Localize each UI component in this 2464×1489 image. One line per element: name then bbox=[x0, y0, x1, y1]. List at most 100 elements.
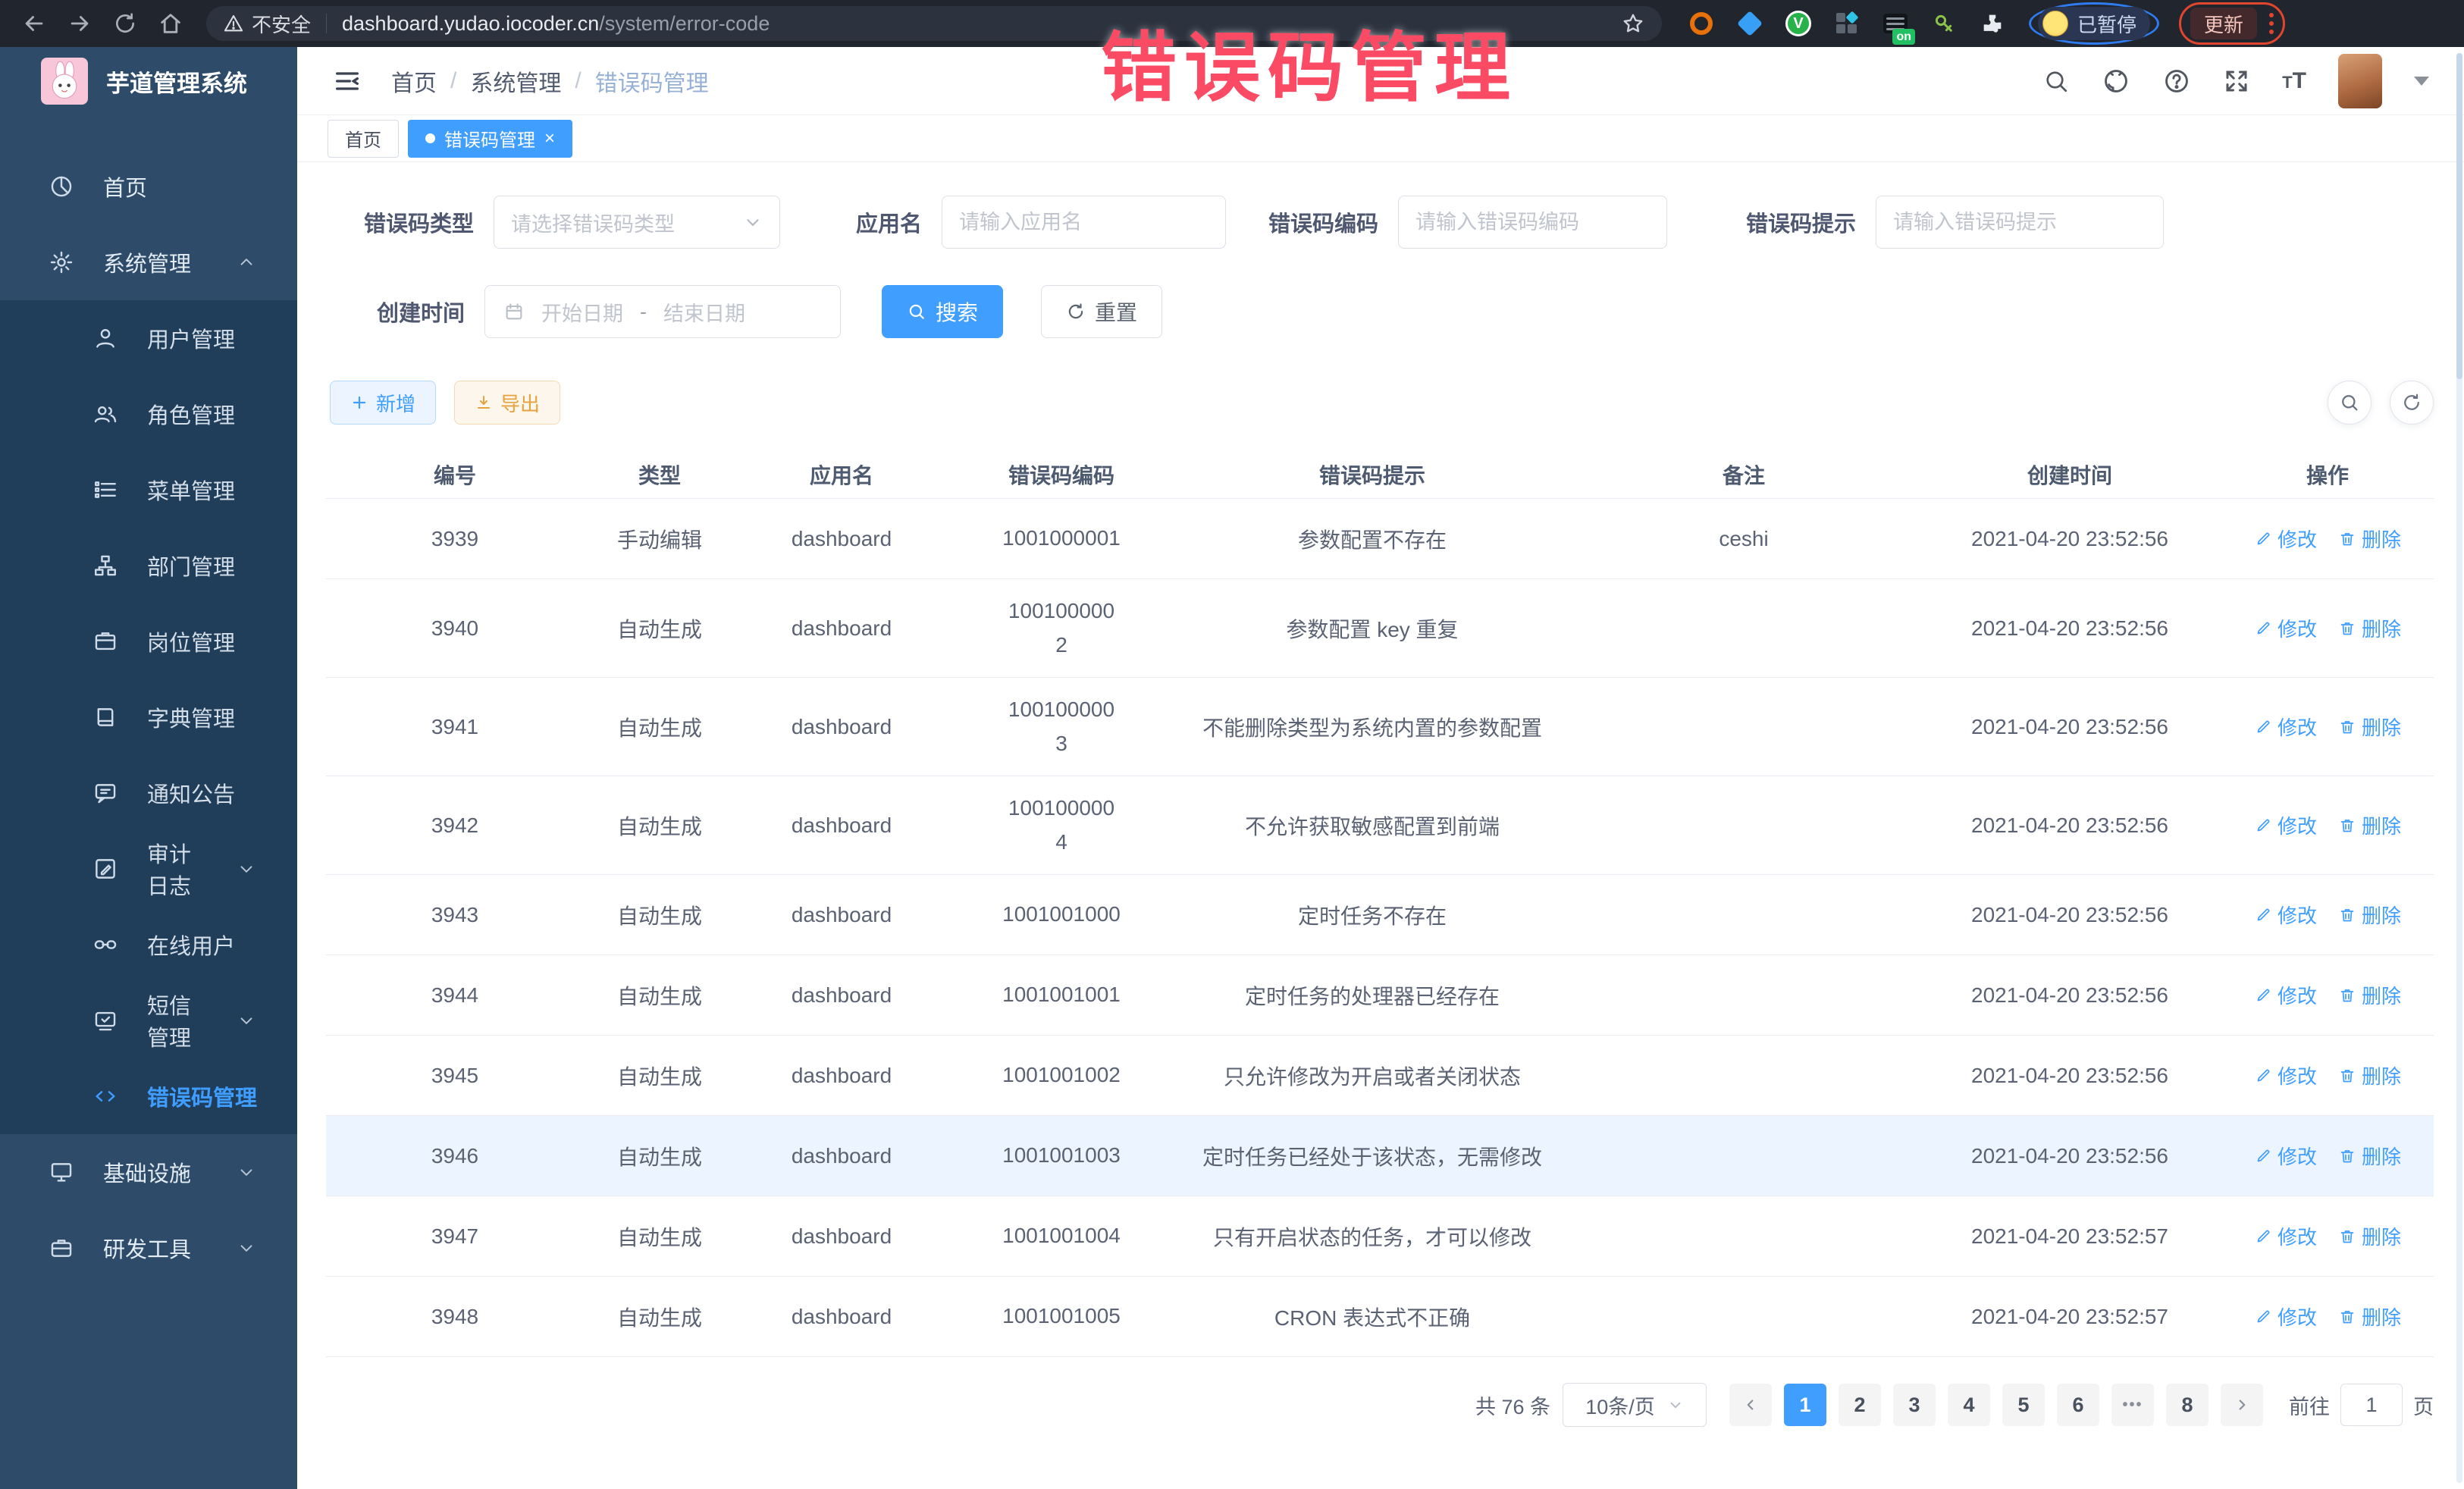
delete-link[interactable]: 删除 bbox=[2338, 1222, 2401, 1250]
extensions-puzzle-icon[interactable] bbox=[1979, 10, 2006, 37]
github-icon[interactable] bbox=[2102, 67, 2130, 96]
sidebar-item-post[interactable]: 岗位管理 bbox=[0, 603, 297, 679]
sidebar-item-users[interactable]: 角色管理 bbox=[0, 376, 297, 452]
edit-link[interactable]: 修改 bbox=[2254, 901, 2317, 929]
page-button-1[interactable]: 1 bbox=[1784, 1384, 1826, 1426]
page-size-select[interactable]: 10条/页 bbox=[1563, 1383, 1707, 1427]
delete-link[interactable]: 删除 bbox=[2338, 811, 2401, 839]
error-type-select[interactable]: 请选择错误码类型 bbox=[494, 196, 780, 249]
edit-link[interactable]: 修改 bbox=[2254, 811, 2317, 839]
page-button-6[interactable]: 6 bbox=[2057, 1384, 2099, 1426]
export-button[interactable]: 导出 bbox=[454, 381, 560, 425]
tab-error-code[interactable]: 错误码管理 × bbox=[408, 120, 572, 158]
more-pages-button[interactable]: ••• bbox=[2111, 1384, 2154, 1426]
back-icon[interactable] bbox=[17, 6, 52, 41]
next-page-button[interactable] bbox=[2221, 1384, 2263, 1426]
sidebar-item-gear[interactable]: 系统管理 bbox=[0, 224, 297, 300]
delete-link[interactable]: 删除 bbox=[2338, 1142, 2401, 1170]
edit-link[interactable]: 修改 bbox=[2254, 1061, 2317, 1089]
forward-icon[interactable] bbox=[62, 6, 97, 41]
edit-link[interactable]: 修改 bbox=[2254, 614, 2317, 642]
tab-home[interactable]: 首页 bbox=[328, 120, 399, 158]
cell-type: 自动生成 bbox=[584, 1061, 735, 1091]
sidebar-item-infra[interactable]: 基础设施 bbox=[0, 1134, 297, 1210]
url-path: /system/error-code bbox=[599, 12, 770, 35]
cell-time: 2021-04-20 23:52:57 bbox=[1918, 1305, 2221, 1329]
show-search-button[interactable] bbox=[2328, 381, 2372, 425]
address-bar[interactable]: 不安全 dashboard.yudao.iocoder.cn/system/er… bbox=[206, 6, 1662, 41]
sidebar-item-user[interactable]: 用户管理 bbox=[0, 300, 297, 376]
sidebar-collapse-icon[interactable] bbox=[332, 66, 362, 96]
ext-green-check-icon[interactable]: V bbox=[1785, 10, 1812, 37]
error-msg-input[interactable] bbox=[1876, 196, 2164, 249]
page-button-3[interactable]: 3 bbox=[1893, 1384, 1936, 1426]
create-time-range-picker[interactable]: 开始日期 - 结束日期 bbox=[484, 285, 841, 338]
sidebar-item-menu[interactable]: 菜单管理 bbox=[0, 452, 297, 528]
help-icon[interactable] bbox=[2162, 67, 2191, 96]
refresh-table-button[interactable] bbox=[2390, 381, 2434, 425]
delete-link[interactable]: 删除 bbox=[2338, 981, 2401, 1009]
cell-note: ceshi bbox=[1569, 527, 1918, 551]
search-icon[interactable] bbox=[2042, 67, 2070, 95]
bookmark-star-icon[interactable] bbox=[1621, 11, 1645, 36]
caret-down-icon[interactable] bbox=[2414, 77, 2429, 86]
edit-link[interactable]: 修改 bbox=[2254, 1142, 2317, 1170]
reset-button[interactable]: 重置 bbox=[1041, 285, 1162, 338]
tab-close-icon[interactable]: × bbox=[544, 130, 555, 148]
cell-time: 2021-04-20 23:52:56 bbox=[1918, 1064, 2221, 1088]
sidebar-item-tools[interactable]: 研发工具 bbox=[0, 1210, 297, 1286]
edit-link[interactable]: 修改 bbox=[2254, 713, 2317, 741]
ext-orange-icon[interactable] bbox=[1688, 10, 1715, 37]
page-button-5[interactable]: 5 bbox=[2002, 1384, 2045, 1426]
sidebar-item-code[interactable]: 错误码管理 bbox=[0, 1058, 297, 1134]
delete-link[interactable]: 删除 bbox=[2338, 1302, 2401, 1331]
delete-link[interactable]: 删除 bbox=[2338, 614, 2401, 642]
breadcrumb-home[interactable]: 首页 bbox=[391, 64, 437, 98]
reload-icon[interactable] bbox=[108, 6, 143, 41]
delete-link[interactable]: 删除 bbox=[2338, 1061, 2401, 1089]
browser-update-button[interactable]: 更新 bbox=[2190, 8, 2257, 39]
add-button[interactable]: 新增 bbox=[330, 381, 436, 425]
goto-page-input[interactable] bbox=[2340, 1384, 2403, 1426]
page-scrollbar[interactable] bbox=[2456, 53, 2462, 1483]
sidebar-item-dept[interactable]: 部门管理 bbox=[0, 528, 297, 603]
page-button-2[interactable]: 2 bbox=[1839, 1384, 1881, 1426]
app-name-input[interactable] bbox=[942, 196, 1226, 249]
page-button-4[interactable]: 4 bbox=[1948, 1384, 1990, 1426]
edit-link[interactable]: 修改 bbox=[2254, 1222, 2317, 1250]
edit-link[interactable]: 修改 bbox=[2254, 981, 2317, 1009]
delete-link[interactable]: 删除 bbox=[2338, 901, 2401, 929]
ext-grid-icon[interactable] bbox=[1833, 10, 1861, 37]
search-button[interactable]: 搜索 bbox=[882, 285, 1003, 338]
ext-gem-icon[interactable] bbox=[1736, 10, 1763, 37]
home-icon[interactable] bbox=[153, 6, 188, 41]
browser-menu-icon[interactable] bbox=[2269, 13, 2274, 34]
edit-link[interactable]: 修改 bbox=[2254, 525, 2317, 553]
sidebar-item-sms[interactable]: 短信管理 bbox=[0, 983, 297, 1058]
breadcrumb-system[interactable]: 系统管理 bbox=[470, 64, 561, 98]
infra-icon bbox=[49, 1159, 74, 1185]
sidebar-item-notice[interactable]: 通知公告 bbox=[0, 755, 297, 831]
prev-page-button[interactable] bbox=[1729, 1384, 1772, 1426]
sidebar-item-online[interactable]: 在线用户 bbox=[0, 907, 297, 983]
sidebar-item-label: 首页 bbox=[103, 171, 147, 202]
table-row: 3947自动生成dashboard1001001004只有开启状态的任务，才可以… bbox=[326, 1196, 2434, 1277]
table-row: 3942自动生成dashboard1001000004不允许获取敏感配置到前端2… bbox=[326, 776, 2434, 875]
user-avatar[interactable] bbox=[2338, 54, 2382, 108]
sidebar-item-dashboard[interactable]: 首页 bbox=[0, 149, 297, 224]
ext-list-icon[interactable]: on bbox=[1882, 10, 1909, 37]
sidebar-item-audit[interactable]: 审计日志 bbox=[0, 831, 297, 907]
delete-link[interactable]: 删除 bbox=[2338, 713, 2401, 741]
app-logo[interactable]: 芋道管理系统 bbox=[0, 47, 297, 115]
font-size-icon[interactable]: TT bbox=[2282, 68, 2306, 94]
edit-link[interactable]: 修改 bbox=[2254, 1302, 2317, 1331]
browser-profile-chip[interactable]: 已暂停 bbox=[2038, 7, 2150, 40]
delete-link[interactable]: 删除 bbox=[2338, 525, 2401, 553]
page-button-8[interactable]: 8 bbox=[2166, 1384, 2209, 1426]
cell-app: dashboard bbox=[735, 1224, 948, 1249]
sidebar-item-dict[interactable]: 字典管理 bbox=[0, 679, 297, 755]
cell-actions: 修改删除 bbox=[2221, 981, 2434, 1009]
error-code-input[interactable] bbox=[1398, 196, 1667, 249]
fullscreen-icon[interactable] bbox=[2223, 67, 2250, 95]
ext-key-icon[interactable] bbox=[1930, 10, 1958, 37]
